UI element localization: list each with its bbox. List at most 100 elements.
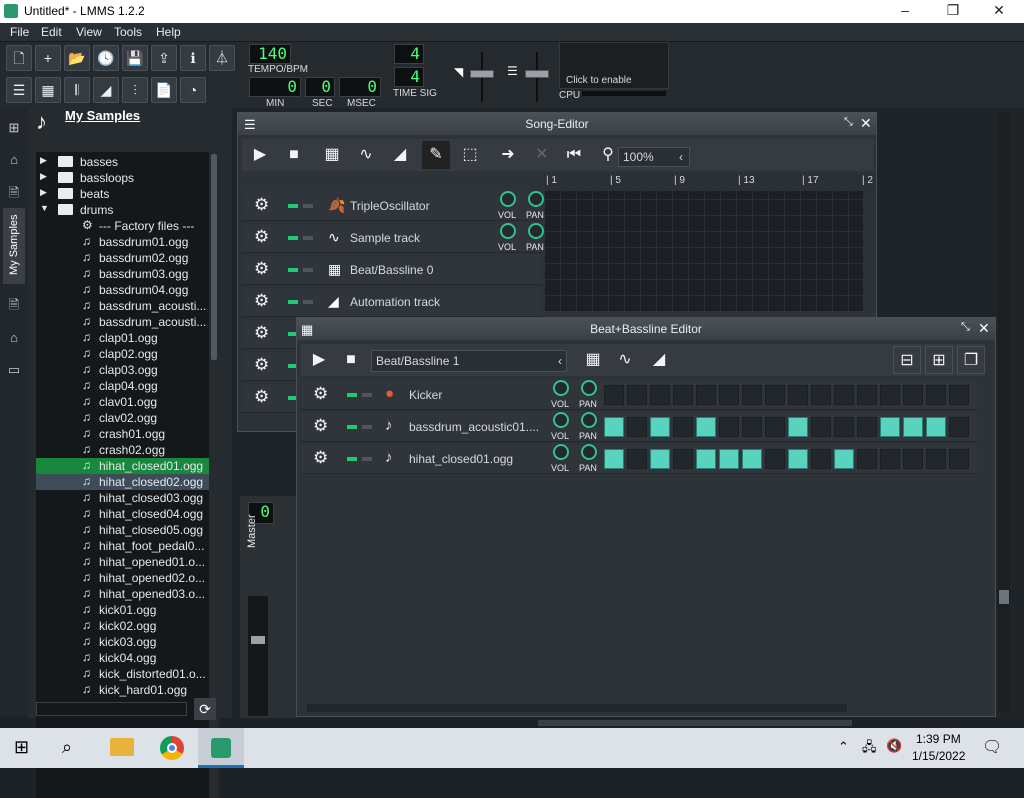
sidebar-tab-my-samples[interactable]: My Samples	[3, 208, 25, 284]
song-track-row[interactable]: ⚙ ∿ Sample track VOL PAN	[242, 223, 544, 253]
pan-knob[interactable]	[581, 380, 597, 396]
file-tree-item[interactable]: ♫ kick04.ogg	[36, 650, 209, 666]
file-tree-item[interactable]: ♫ crash02.ogg	[36, 442, 209, 458]
beat-step[interactable]	[673, 417, 693, 437]
auto-scroll-icon[interactable]: ➜	[494, 141, 522, 169]
master-pitch-slider[interactable]: ☰	[505, 52, 549, 102]
beat-step[interactable]	[673, 449, 693, 469]
automation-editor-icon[interactable]: ◢	[93, 77, 119, 103]
loop-points-icon[interactable]: ✕	[528, 141, 556, 169]
track-settings-gear-icon[interactable]: ⚙	[254, 355, 269, 375]
beat-step[interactable]	[719, 417, 739, 437]
file-tree-item[interactable]: ♫ kick_hard01.ogg	[36, 682, 209, 698]
vol-knob[interactable]	[553, 380, 569, 396]
bb-track-row[interactable]: ⚙ ● Kicker VOL PAN	[301, 380, 977, 410]
solo-toggle[interactable]	[362, 457, 372, 461]
beat-step[interactable]	[834, 385, 854, 405]
add-bb-track-icon[interactable]: ▦	[318, 141, 346, 169]
beat-step[interactable]	[765, 449, 785, 469]
file-tree-item[interactable]: ▶ basses	[36, 154, 209, 170]
file-tree-item[interactable]: ♫ clap03.ogg	[36, 362, 209, 378]
track-settings-gear-icon[interactable]: ⚙	[254, 291, 269, 311]
clone-steps-icon[interactable]: ❐	[957, 346, 985, 374]
file-tree-item[interactable]: ♫ hihat_foot_pedal0...	[36, 538, 209, 554]
song-track-row[interactable]: ⚙	[242, 383, 313, 413]
sidebar-home-icon[interactable]: ⌂	[5, 330, 23, 348]
vol-knob[interactable]	[553, 412, 569, 428]
beat-step[interactable]	[949, 385, 969, 405]
play-icon[interactable]: ▶	[246, 141, 274, 169]
bb-scrollbar[interactable]	[307, 704, 847, 712]
menu-file[interactable]: File	[10, 25, 29, 39]
file-tree-item[interactable]: ♫ clav02.ogg	[36, 410, 209, 426]
mute-toggle[interactable]	[288, 204, 298, 208]
file-tree-item[interactable]: ♫ kick03.ogg	[36, 634, 209, 650]
beat-step[interactable]	[926, 417, 946, 437]
metronome-icon[interactable]: ⏃	[209, 45, 235, 71]
track-settings-gear-icon[interactable]: ⚙	[254, 259, 269, 279]
solo-toggle[interactable]	[362, 393, 372, 397]
info-icon[interactable]: ℹ	[180, 45, 206, 71]
track-name[interactable]: Sample track	[350, 231, 420, 245]
file-tree-item[interactable]: ♫ kick01.ogg	[36, 602, 209, 618]
solo-toggle[interactable]	[362, 425, 372, 429]
tempo-display[interactable]: 140	[249, 44, 291, 64]
solo-toggle[interactable]	[303, 268, 313, 272]
close-button[interactable]: ✕	[976, 2, 1022, 19]
track-name[interactable]: Beat/Bassline 0	[350, 263, 433, 277]
search-icon[interactable]: ⌕	[62, 737, 72, 758]
file-tree-item[interactable]: ▶ beats	[36, 186, 209, 202]
network-icon[interactable]: 🖧	[862, 738, 877, 760]
beat-step[interactable]	[627, 449, 647, 469]
mute-toggle[interactable]	[347, 393, 357, 397]
pan-knob[interactable]	[581, 412, 597, 428]
beat-step[interactable]	[696, 417, 716, 437]
file-explorer-icon[interactable]	[110, 738, 134, 756]
sidebar-instrument-plugins-icon[interactable]: ⊞	[5, 120, 23, 138]
stop-icon[interactable]: ■	[280, 141, 308, 169]
clock-time[interactable]: 1:39 PM	[916, 732, 961, 746]
file-tree-item[interactable]: ♫ crash01.ogg	[36, 426, 209, 442]
song-track-row[interactable]: ⚙ 🍂 TripleOscillator VOL PAN	[242, 191, 544, 221]
beat-step[interactable]	[696, 449, 716, 469]
vol-knob[interactable]	[500, 191, 516, 207]
beat-step[interactable]	[903, 417, 923, 437]
beat-step[interactable]	[742, 449, 762, 469]
new-from-template-icon[interactable]: +	[35, 45, 61, 71]
lmms-taskbar-button[interactable]	[198, 728, 244, 768]
pan-knob[interactable]	[581, 444, 597, 460]
draw-mode-icon[interactable]: ✎	[422, 141, 450, 169]
chevron-up-icon[interactable]: ⌃	[838, 739, 849, 755]
song-track-row[interactable]: ⚙	[242, 319, 313, 349]
search-input[interactable]	[36, 702, 187, 716]
sidebar-my-presets-icon[interactable]: 🗎	[5, 296, 23, 314]
file-tree-item[interactable]: ♫ hihat_opened03.o...	[36, 586, 209, 602]
mute-toggle[interactable]	[288, 300, 298, 304]
zoom-select[interactable]: 100% ‹	[618, 147, 690, 167]
stop-behaviour-icon[interactable]: ⏮	[560, 141, 588, 169]
track-name[interactable]: hihat_closed01.ogg	[409, 452, 513, 466]
add-beat-bassline-icon[interactable]: ▦	[579, 346, 607, 374]
beat-step[interactable]	[650, 449, 670, 469]
solo-toggle[interactable]	[303, 204, 313, 208]
solo-toggle[interactable]	[303, 236, 313, 240]
beat-step[interactable]	[765, 385, 785, 405]
beat-step[interactable]	[604, 385, 624, 405]
song-track-row[interactable]: ⚙ ▦ Beat/Bassline 0	[242, 255, 542, 285]
speaker-muted-icon[interactable]: 🔇	[886, 738, 902, 754]
file-tree-item[interactable]: ♫ hihat_closed05.ogg	[36, 522, 209, 538]
beat-step[interactable]	[627, 385, 647, 405]
track-settings-gear-icon[interactable]: ⚙	[254, 195, 269, 215]
track-settings-gear-icon[interactable]: ⚙	[254, 323, 269, 343]
file-tree-item[interactable]: ▶ bassloops	[36, 170, 209, 186]
time-sig-numerator[interactable]: 4	[394, 44, 424, 64]
song-track-row[interactable]: ⚙	[242, 351, 313, 381]
beat-step[interactable]	[788, 417, 808, 437]
beat-step[interactable]	[765, 417, 785, 437]
beat-step[interactable]	[811, 449, 831, 469]
minimize-button[interactable]: –	[882, 2, 928, 18]
clock-date[interactable]: 1/15/2022	[912, 749, 965, 763]
notifications-icon[interactable]: 🗨	[982, 737, 1002, 757]
cpu-graph[interactable]: Click to enable	[559, 42, 669, 89]
file-tree-item[interactable]: ♫ clap04.ogg	[36, 378, 209, 394]
